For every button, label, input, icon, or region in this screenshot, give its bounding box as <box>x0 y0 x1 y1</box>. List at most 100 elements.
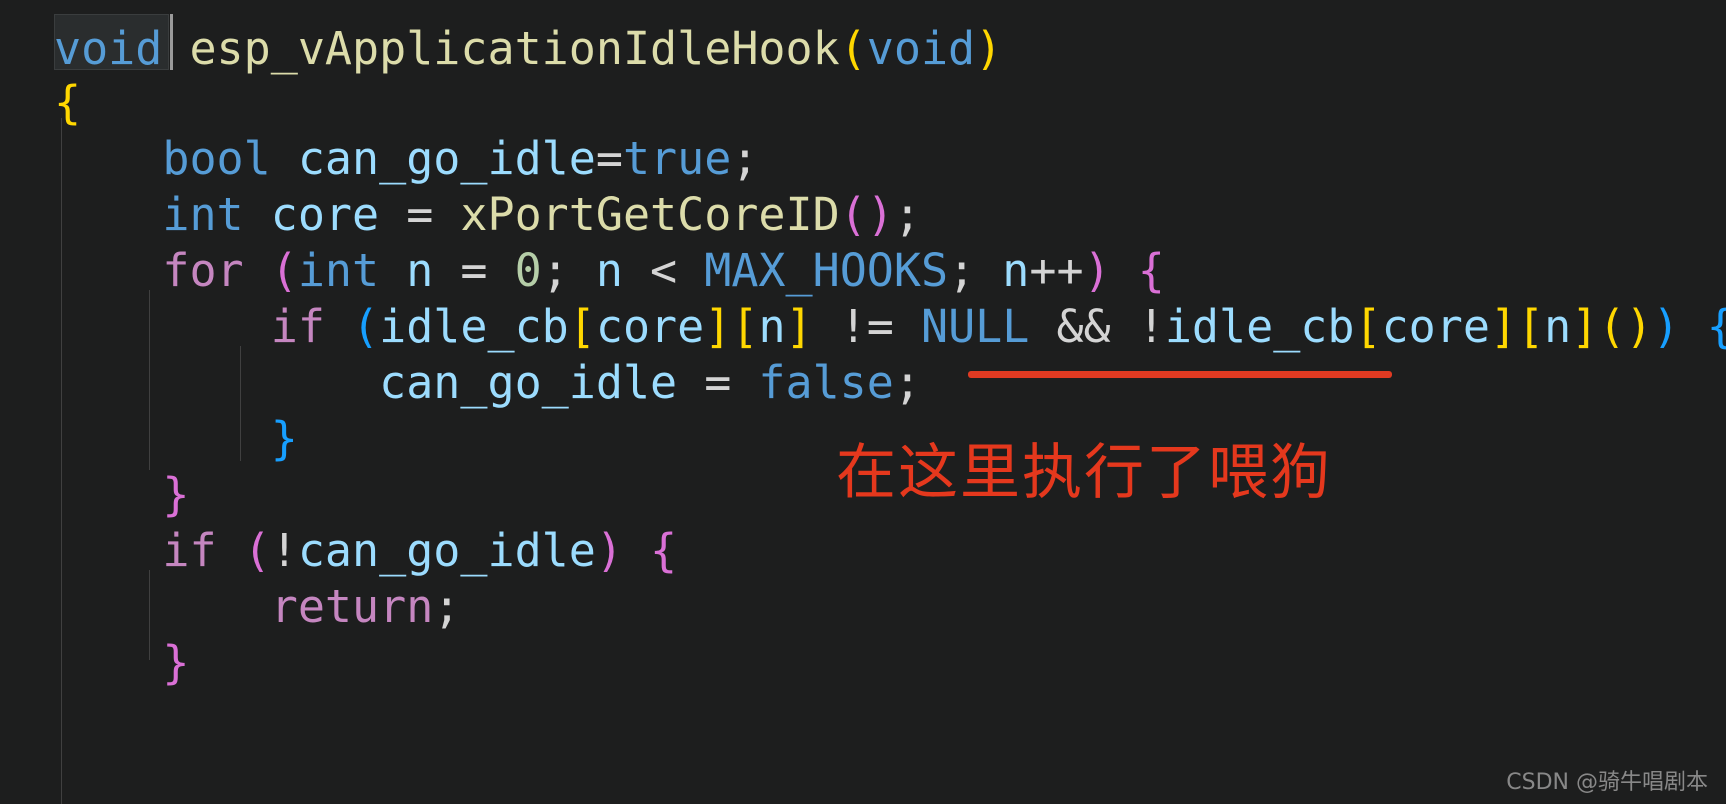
code-line[interactable]: return; <box>54 576 461 637</box>
code-token: NULL <box>921 300 1030 353</box>
code-token: ( <box>1598 300 1626 353</box>
code-line[interactable]: if (idle_cb[core][n] != NULL && !idle_cb… <box>54 296 1726 357</box>
code-token: ; <box>433 580 461 633</box>
code-token: ) <box>1625 300 1653 353</box>
code-token: 0 <box>514 244 542 297</box>
code-token: ) <box>1083 244 1111 297</box>
code-token: ( <box>839 22 867 75</box>
code-token: ] <box>1489 300 1518 353</box>
code-line[interactable]: for (int n = 0; n < MAX_HOOKS; n++) { <box>54 240 1165 301</box>
code-token: { <box>1707 300 1726 353</box>
code-token: < <box>622 244 705 297</box>
code-token: ( <box>839 188 867 241</box>
code-token: int <box>297 244 380 297</box>
code-token: [ <box>568 300 596 353</box>
code-token: core <box>270 188 380 241</box>
code-token: core <box>1381 300 1490 353</box>
code-line[interactable]: } <box>54 632 189 693</box>
code-token: core <box>595 300 705 353</box>
code-token: } <box>270 412 298 465</box>
code-token: n <box>1002 244 1030 297</box>
code-token: ; <box>541 244 596 297</box>
code-token: ) <box>1652 300 1680 353</box>
code-token: ) <box>975 22 1003 75</box>
code-token: void <box>866 22 976 75</box>
code-token: ] <box>785 300 813 353</box>
code-token: int <box>54 188 244 241</box>
code-editor[interactable]: void esp_vApplicationIdleHook(void){ boo… <box>0 0 1726 804</box>
code-token: = <box>433 244 515 297</box>
code-token: ; <box>893 356 921 409</box>
code-token: n <box>758 300 786 353</box>
code-lines[interactable]: void esp_vApplicationIdleHook(void){ boo… <box>0 0 1726 804</box>
code-line[interactable]: } <box>54 464 189 525</box>
code-line[interactable]: can_go_idle = false; <box>54 352 921 413</box>
code-token: ! <box>270 524 298 577</box>
code-token: } <box>162 468 190 521</box>
code-line[interactable]: if (!can_go_idle) { <box>54 520 677 581</box>
code-token: n <box>595 244 623 297</box>
code-token: ( <box>270 244 298 297</box>
code-token: ; <box>948 244 1003 297</box>
code-token: xPortGetCoreID <box>460 188 840 241</box>
code-token: for <box>54 244 244 297</box>
code-line[interactable]: } <box>54 408 298 469</box>
code-token: false <box>758 356 894 409</box>
code-token: = <box>595 132 623 185</box>
annotation-text: 在这里执行了喂狗 <box>836 438 1332 508</box>
code-token: bool <box>54 132 271 185</box>
code-token: idle_cb <box>1164 300 1355 353</box>
code-line[interactable]: void esp_vApplicationIdleHook(void) <box>54 18 1002 79</box>
code-token: = <box>677 356 759 409</box>
code-line[interactable]: { <box>54 72 81 133</box>
code-token: [ <box>731 300 759 353</box>
code-line[interactable]: bool can_go_idle=true; <box>54 128 758 189</box>
code-token: [ <box>1354 300 1382 353</box>
code-token: = <box>379 188 461 241</box>
code-token: true <box>622 132 732 185</box>
csdn-watermark: CSDN @骑牛唱剧本 <box>1506 770 1708 795</box>
code-token: && ! <box>1029 300 1165 353</box>
code-token: } <box>162 636 190 689</box>
code-token: ; <box>893 188 921 241</box>
code-line[interactable]: int core = xPortGetCoreID(); <box>54 184 921 245</box>
code-token: n <box>406 244 434 297</box>
code-token: ++ <box>1029 244 1084 297</box>
code-token: ) <box>595 524 623 577</box>
code-token: { <box>1137 244 1165 297</box>
code-token: return <box>54 580 434 633</box>
code-token: MAX_HOOKS <box>704 244 949 297</box>
code-token: void <box>54 22 163 75</box>
code-token: esp_vApplicationIdleHook <box>189 22 840 75</box>
code-token: idle_cb <box>379 300 569 353</box>
code-token: { <box>54 76 82 129</box>
code-token: can_go_idle <box>297 132 596 185</box>
code-token: ] <box>704 300 732 353</box>
code-token: can_go_idle <box>297 524 596 577</box>
code-token: != <box>812 300 921 353</box>
code-token: n <box>1544 300 1572 353</box>
code-token: ) <box>866 188 894 241</box>
code-token: [ <box>1517 300 1545 353</box>
code-token: { <box>650 524 678 577</box>
code-token: ; <box>731 132 759 185</box>
code-token: if <box>54 300 325 353</box>
code-token: ] <box>1571 300 1599 353</box>
code-token: can_go_idle <box>54 356 678 409</box>
annotation-underline <box>968 371 1392 378</box>
code-token: ( <box>352 300 380 353</box>
code-token: if <box>54 524 217 577</box>
